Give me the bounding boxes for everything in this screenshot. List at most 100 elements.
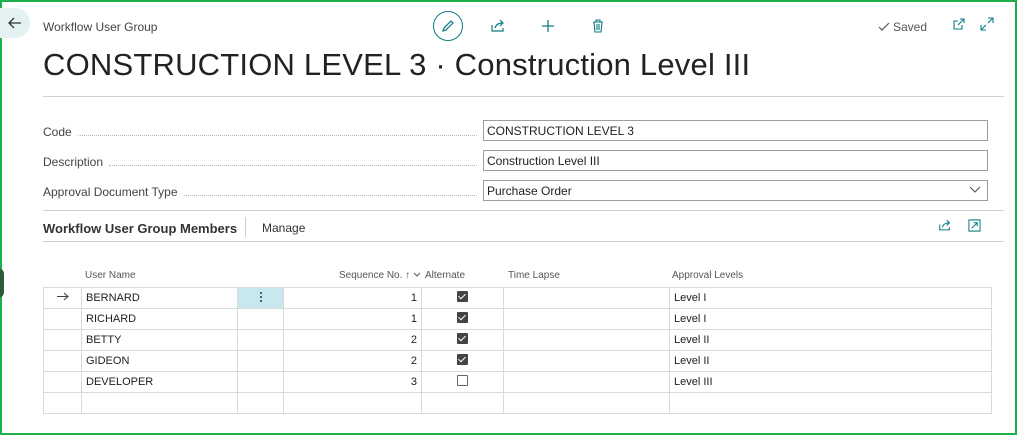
code-value: CONSTRUCTION LEVEL 3 bbox=[487, 123, 634, 138]
table-row[interactable]: BETTY 2 Level II bbox=[43, 329, 992, 351]
row-menu-cell bbox=[237, 350, 284, 372]
saved-label: Saved bbox=[893, 20, 928, 34]
alternate-checkbox[interactable] bbox=[457, 354, 468, 365]
row-menu-cell[interactable] bbox=[237, 287, 284, 309]
alternate-cell bbox=[421, 287, 504, 309]
share-icon bbox=[491, 19, 504, 32]
manage-menu[interactable]: Manage bbox=[262, 221, 305, 235]
approval-document-type-label-text: Approval Document Type bbox=[43, 185, 178, 199]
time-lapse-cell[interactable] bbox=[503, 350, 670, 372]
sort-ascending-icon: ↑ bbox=[405, 270, 411, 281]
arrow-right-icon bbox=[56, 292, 69, 301]
side-panel-tab[interactable] bbox=[0, 268, 4, 298]
back-arrow-icon bbox=[8, 17, 21, 29]
row-indicator-cell bbox=[43, 371, 82, 393]
approval-level-cell[interactable]: Level II bbox=[669, 350, 992, 372]
page-frame: Workflow User Group Saved CONSTRUCTION L… bbox=[0, 0, 1017, 435]
column-header-time-lapse[interactable]: Time Lapse bbox=[508, 270, 560, 281]
plus-icon bbox=[542, 20, 554, 32]
description-field[interactable]: Construction Level III bbox=[483, 150, 988, 171]
user-name-cell[interactable]: RICHARD bbox=[81, 308, 238, 330]
table-row[interactable]: DEVELOPER 3 Level III bbox=[43, 371, 992, 393]
approval-level-cell[interactable]: Level III bbox=[669, 371, 992, 393]
edit-button[interactable] bbox=[433, 11, 463, 41]
user-name-cell[interactable]: BERNARD bbox=[81, 287, 238, 309]
trash-icon bbox=[593, 19, 603, 33]
sequence-no-cell[interactable]: 1 bbox=[283, 308, 422, 330]
alternate-checkbox[interactable] bbox=[457, 375, 468, 386]
approval-level-cell[interactable]: Level I bbox=[669, 308, 992, 330]
column-header-user-name[interactable]: User Name bbox=[85, 270, 136, 281]
fields-divider bbox=[43, 210, 1004, 211]
time-lapse-cell[interactable] bbox=[503, 287, 670, 309]
alternate-cell bbox=[421, 371, 504, 393]
alternate-cell bbox=[421, 329, 504, 351]
expand-icon[interactable] bbox=[980, 17, 994, 31]
column-header-sequence-no[interactable]: Sequence No. ↑ bbox=[339, 270, 421, 281]
expand-to-page-icon[interactable] bbox=[968, 219, 981, 232]
back-button[interactable] bbox=[0, 8, 30, 38]
approval-level-cell[interactable]: Level II bbox=[669, 329, 992, 351]
table-row[interactable]: GIDEON 2 Level II bbox=[43, 350, 992, 372]
alternate-cell bbox=[421, 392, 504, 414]
user-name-cell[interactable]: GIDEON bbox=[81, 350, 238, 372]
window-controls bbox=[952, 17, 994, 31]
row-menu-cell bbox=[237, 308, 284, 330]
table-row[interactable]: BERNARD 1 Level I bbox=[43, 287, 992, 309]
sequence-no-cell[interactable] bbox=[283, 392, 422, 414]
row-indicator-cell bbox=[43, 350, 82, 372]
new-button[interactable] bbox=[539, 17, 557, 35]
user-name-cell[interactable] bbox=[81, 392, 238, 414]
section-separator bbox=[245, 217, 246, 237]
time-lapse-cell[interactable] bbox=[503, 392, 670, 414]
code-field[interactable]: CONSTRUCTION LEVEL 3 bbox=[483, 120, 988, 141]
section-actions bbox=[938, 219, 981, 232]
row-menu-cell bbox=[237, 329, 284, 351]
page-title: CONSTRUCTION LEVEL 3 · Construction Leve… bbox=[43, 47, 751, 82]
checkmark-icon bbox=[878, 22, 890, 31]
members-section-title[interactable]: Workflow User Group Members bbox=[43, 221, 237, 236]
section-divider bbox=[43, 241, 1004, 242]
share-icon[interactable] bbox=[938, 219, 952, 232]
sequence-no-label: Sequence No. bbox=[339, 270, 403, 281]
time-lapse-cell[interactable] bbox=[503, 329, 670, 351]
action-toolbar bbox=[433, 11, 607, 41]
time-lapse-cell[interactable] bbox=[503, 308, 670, 330]
chevron-down-icon bbox=[969, 186, 981, 193]
alternate-checkbox[interactable] bbox=[457, 312, 468, 323]
row-indicator-cell bbox=[43, 392, 82, 414]
user-name-cell[interactable]: DEVELOPER bbox=[81, 371, 238, 393]
sequence-no-cell[interactable]: 2 bbox=[283, 329, 422, 351]
sequence-no-cell[interactable]: 3 bbox=[283, 371, 422, 393]
description-value: Construction Level III bbox=[487, 153, 600, 168]
open-in-new-window-icon[interactable] bbox=[952, 17, 966, 31]
sequence-no-cell[interactable]: 2 bbox=[283, 350, 422, 372]
user-name-cell[interactable]: BETTY bbox=[81, 329, 238, 351]
table-row[interactable] bbox=[43, 392, 992, 414]
more-vertical-icon[interactable] bbox=[259, 291, 263, 303]
alternate-checkbox[interactable] bbox=[457, 333, 468, 344]
approval-level-cell[interactable]: Level I bbox=[669, 287, 992, 309]
approval-document-type-select[interactable]: Purchase Order bbox=[483, 180, 988, 201]
table-row[interactable]: RICHARD 1 Level I bbox=[43, 308, 992, 330]
time-lapse-cell[interactable] bbox=[503, 371, 670, 393]
sequence-no-cell[interactable]: 1 bbox=[283, 287, 422, 309]
code-label: Code bbox=[43, 125, 479, 139]
approval-level-cell[interactable] bbox=[669, 392, 992, 414]
alternate-checkbox[interactable] bbox=[457, 291, 468, 302]
alternate-cell bbox=[421, 308, 504, 330]
column-header-approval-levels[interactable]: Approval Levels bbox=[672, 270, 743, 281]
row-menu-cell bbox=[237, 392, 284, 414]
page-caption: Workflow User Group bbox=[43, 20, 158, 34]
row-indicator-cell bbox=[43, 287, 82, 309]
header-divider bbox=[43, 96, 1004, 97]
chevron-down-icon bbox=[413, 272, 421, 277]
row-indicator-cell bbox=[43, 329, 82, 351]
delete-button[interactable] bbox=[589, 17, 607, 35]
column-header-alternate[interactable]: Alternate bbox=[425, 270, 465, 281]
approval-document-type-value: Purchase Order bbox=[487, 183, 572, 198]
approval-document-type-label: Approval Document Type bbox=[43, 185, 479, 199]
share-button[interactable] bbox=[489, 17, 507, 35]
code-label-text: Code bbox=[43, 125, 72, 139]
row-indicator-cell bbox=[43, 308, 82, 330]
